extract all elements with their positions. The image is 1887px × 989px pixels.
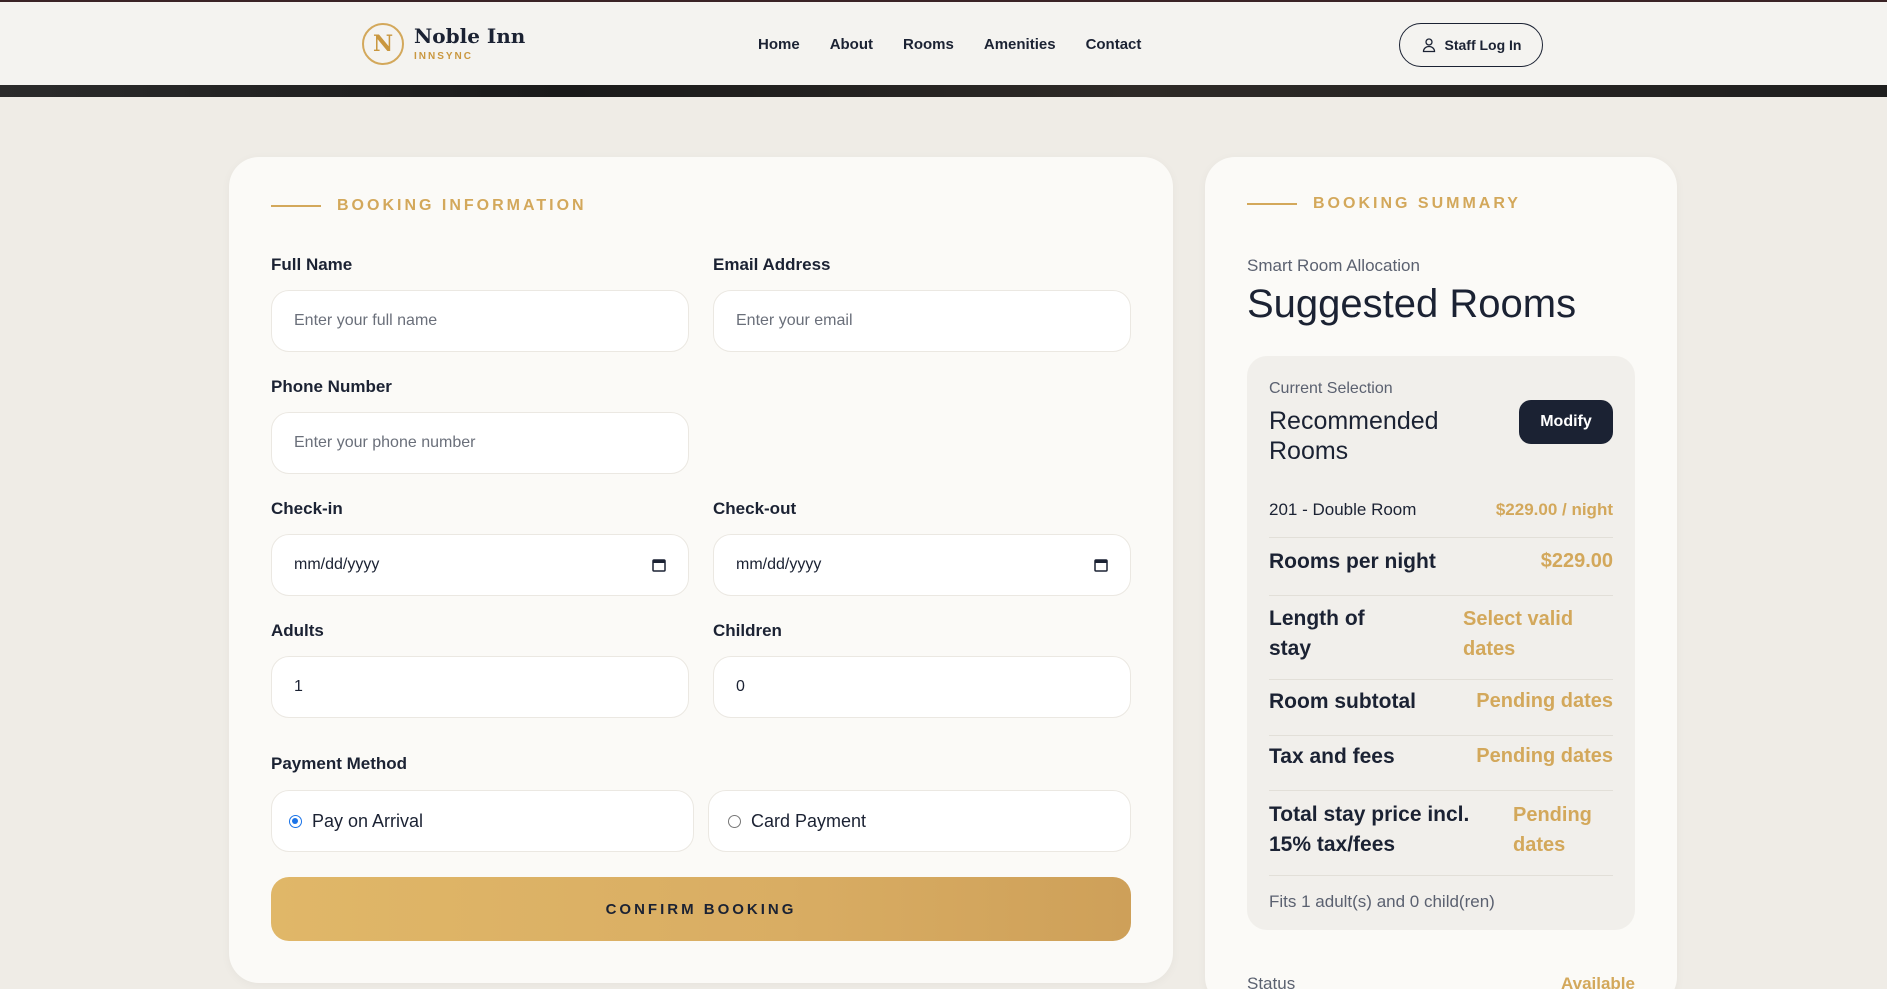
full-name-placeholder: Enter your full name [294, 312, 438, 329]
email-input[interactable]: Enter your email [713, 290, 1131, 352]
summary-row-room-subtotal: Room subtotal Pending dates [1269, 690, 1613, 736]
confirm-booking-button[interactable]: CONFIRM BOOKING [271, 877, 1131, 941]
room-name: 201 - Double Room [1269, 500, 1417, 519]
staff-login-button[interactable]: Staff Log In [1399, 23, 1543, 67]
phone-placeholder: Enter your phone number [294, 434, 476, 451]
phone-input[interactable]: Enter your phone number [271, 412, 689, 474]
occupancy-note: Fits 1 adult(s) and 0 child(ren) [1269, 892, 1495, 911]
calendar-icon[interactable] [652, 558, 666, 572]
children-input[interactable]: 0 [713, 656, 1131, 718]
status-row: Status Available [1247, 974, 1635, 989]
summary-key: Tax and fees [1269, 745, 1395, 768]
summary-row-total: Total stay price incl. 15% tax/fees Pend… [1269, 800, 1613, 876]
nav-home[interactable]: Home [758, 36, 800, 53]
summary-key: Room subtotal [1269, 690, 1416, 713]
header-divider [271, 205, 321, 207]
brand-subtitle: INNSYNC [414, 51, 474, 62]
booking-form-card: BOOKING INFORMATION Full Name Enter your… [229, 157, 1173, 983]
nav-rooms[interactable]: Rooms [903, 36, 954, 53]
children-value: 0 [736, 678, 745, 695]
summary-section-header: BOOKING SUMMARY [1247, 195, 1521, 213]
summary-section-title: BOOKING SUMMARY [1313, 195, 1521, 212]
top-navbar: N Noble Inn INNSYNC Home About Rooms Ame… [0, 0, 1887, 85]
nav-contact[interactable]: Contact [1086, 36, 1142, 53]
email-placeholder: Enter your email [736, 312, 853, 329]
phone-label: Phone Number [271, 377, 392, 396]
booking-summary-card: BOOKING SUMMARY Smart Room Allocation Su… [1205, 157, 1677, 989]
summary-key: Rooms per night [1269, 550, 1436, 573]
summary-row-length-of-stay: Length of stay Select valid dates [1269, 604, 1613, 680]
recommended-rooms-title: Recommended Rooms [1269, 407, 1439, 465]
adults-value: 1 [294, 678, 303, 695]
radio-selected-icon[interactable] [289, 814, 302, 828]
user-icon [1422, 38, 1435, 53]
summary-row-rooms-per-night: Rooms per night $229.00 [1269, 550, 1613, 596]
payment-option-label: Card Payment [751, 810, 867, 831]
payment-option-label: Pay on Arrival [312, 810, 424, 831]
booking-section-header: BOOKING INFORMATION [271, 197, 587, 215]
adults-label: Adults [271, 621, 324, 640]
modify-button[interactable]: Modify [1519, 400, 1613, 444]
nav-amenities[interactable]: Amenities [984, 36, 1056, 53]
adults-input[interactable]: 1 [271, 656, 689, 718]
email-label: Email Address [713, 255, 831, 274]
brand-name: Noble Inn [414, 24, 526, 48]
status-label: Status [1247, 974, 1296, 989]
calendar-icon[interactable] [1094, 558, 1108, 572]
status-value: Available [1560, 974, 1635, 989]
summary-value: Pending dates [1476, 690, 1613, 712]
payment-option-card[interactable]: Card Payment [708, 790, 1131, 852]
logo-mark: N [362, 23, 404, 65]
checkout-date-input[interactable]: mm/dd/yyyy [713, 534, 1131, 596]
current-selection-panel: Current Selection Recommended Rooms Modi… [1247, 356, 1635, 930]
hero-image-strip [0, 85, 1887, 97]
summary-value: Pending dates [1476, 745, 1613, 767]
checkout-label: Check-out [713, 499, 797, 518]
payment-method-label: Payment Method [271, 754, 408, 773]
header-divider [1247, 203, 1297, 205]
room-line: 201 - Double Room $229.00 / night [1269, 500, 1613, 538]
children-label: Children [713, 621, 782, 640]
room-rate: $229.00 / night [1495, 500, 1613, 519]
full-name-input[interactable]: Enter your full name [271, 290, 689, 352]
summary-value: Pending dates [1513, 804, 1592, 856]
booking-section-title: BOOKING INFORMATION [337, 197, 587, 214]
smart-allocation-label: Smart Room Allocation [1247, 256, 1420, 275]
checkin-label: Check-in [271, 499, 343, 518]
summary-value: $229.00 [1540, 550, 1613, 572]
brand-logo[interactable]: N Noble Inn INNSYNC [362, 23, 525, 65]
summary-key: Length of stay [1269, 607, 1365, 660]
current-selection-label: Current Selection [1269, 380, 1393, 397]
suggested-rooms-title: Suggested Rooms [1247, 282, 1577, 326]
payment-option-arrival[interactable]: Pay on Arrival [271, 790, 694, 852]
checkout-value: mm/dd/yyyy [736, 556, 822, 573]
main-nav: Home About Rooms Amenities Contact [758, 36, 1141, 53]
checkin-value: mm/dd/yyyy [294, 556, 380, 573]
staff-login-label: Staff Log In [1444, 37, 1522, 53]
full-name-label: Full Name [271, 255, 353, 274]
summary-row-tax-fees: Tax and fees Pending dates [1269, 745, 1613, 791]
nav-about[interactable]: About [830, 36, 873, 53]
checkin-date-input[interactable]: mm/dd/yyyy [271, 534, 689, 596]
summary-key: Total stay price incl. 15% tax/fees [1269, 803, 1470, 856]
summary-value: Select valid dates [1463, 608, 1574, 660]
radio-unselected-icon[interactable] [728, 814, 741, 828]
